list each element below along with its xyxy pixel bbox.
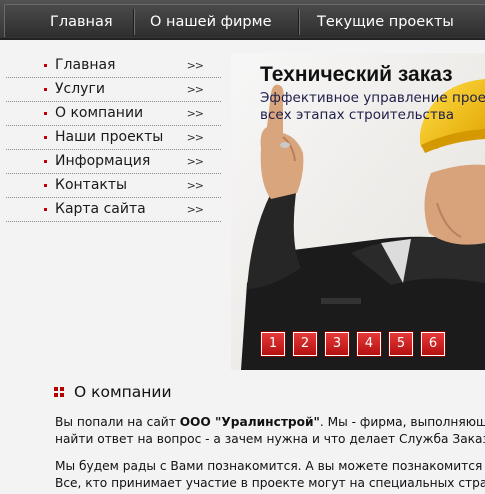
banner-title: Технический заказ: [260, 63, 453, 86]
side-menu-item-information[interactable]: Информация >>: [6, 150, 221, 174]
double-chevron-right-icon: >>: [186, 59, 204, 72]
side-menu-label: О компании: [55, 105, 144, 121]
about-paragraph-line: Вы попали на сайт ООО "Уралинстрой". Мы …: [55, 414, 485, 431]
slide-page-button[interactable]: 2: [293, 332, 317, 356]
about-paragraph-line: найти ответ на вопрос - а зачем нужна и …: [55, 432, 485, 446]
about-text-suffix: . Мы - фирма, выполняюща: [319, 415, 485, 429]
banner-subtitle-line: всех этапах строительства: [260, 107, 455, 123]
side-menu-label: Наши проекты: [55, 129, 164, 145]
banner-slider: Технический заказ Эффективное управление…: [231, 53, 485, 370]
side-menu-label: Услуги: [55, 81, 105, 97]
bullet-icon: [44, 208, 47, 211]
top-navigation-bar: Главная О нашей фирме Текущие проекты: [0, 0, 485, 40]
top-nav-current-projects-link[interactable]: Текущие проекты: [317, 9, 454, 35]
top-nav-divider: [298, 9, 300, 35]
double-chevron-right-icon: >>: [186, 203, 204, 216]
side-menu-label: Информация: [55, 153, 151, 169]
bullet-icon: [44, 184, 47, 187]
bullet-icon: [44, 136, 47, 139]
top-navigation-inner: Главная О нашей фирме Текущие проекты: [4, 4, 485, 37]
slide-page-button[interactable]: 1: [261, 332, 285, 356]
company-name: ООО "Уралинстрой": [179, 415, 320, 429]
side-menu-label: Карта сайта: [55, 201, 146, 217]
side-menu-item-contacts[interactable]: Контакты >>: [6, 174, 221, 198]
double-chevron-right-icon: >>: [186, 107, 204, 120]
banner-subtitle: Эффективное управление прое всех этапах …: [260, 90, 485, 124]
bullet-icon: [44, 88, 47, 91]
slide-page-button[interactable]: 4: [357, 332, 381, 356]
side-menu-item-sitemap[interactable]: Карта сайта >>: [6, 198, 221, 222]
about-paragraph-line: Мы будем рады с Вами познакомится. А вы …: [55, 459, 483, 473]
bullet-icon: [44, 160, 47, 163]
about-heading: О компании: [74, 383, 172, 401]
side-menu-label: Контакты: [55, 177, 128, 193]
bullet-icon: [44, 64, 47, 67]
side-menu: Главная >> Услуги >> О компании >> Наши …: [6, 54, 221, 222]
banner-subtitle-line: Эффективное управление прое: [260, 90, 485, 106]
bullet-icon: [44, 112, 47, 115]
double-chevron-right-icon: >>: [186, 83, 204, 96]
double-chevron-right-icon: >>: [186, 179, 204, 192]
side-menu-label: Главная: [55, 57, 116, 73]
double-chevron-right-icon: >>: [186, 131, 204, 144]
double-chevron-right-icon: >>: [186, 155, 204, 168]
section-heading-icon: [54, 387, 64, 397]
top-nav-home-link[interactable]: Главная: [50, 9, 113, 35]
slide-page-button[interactable]: 3: [325, 332, 349, 356]
about-text-prefix: Вы попали на сайт: [55, 415, 180, 429]
about-paragraph-line: Все, кто принимает участие в проекте мог…: [55, 476, 485, 490]
side-menu-item-about-company[interactable]: О компании >>: [6, 102, 221, 126]
side-menu-item-services[interactable]: Услуги >>: [6, 78, 221, 102]
side-menu-item-home[interactable]: Главная >>: [6, 54, 221, 78]
side-menu-item-our-projects[interactable]: Наши проекты >>: [6, 126, 221, 150]
slide-page-button[interactable]: 5: [389, 332, 413, 356]
slide-page-button[interactable]: 6: [421, 332, 445, 356]
top-nav-divider: [133, 9, 135, 35]
top-nav-about-firm-link[interactable]: О нашей фирме: [150, 9, 272, 35]
